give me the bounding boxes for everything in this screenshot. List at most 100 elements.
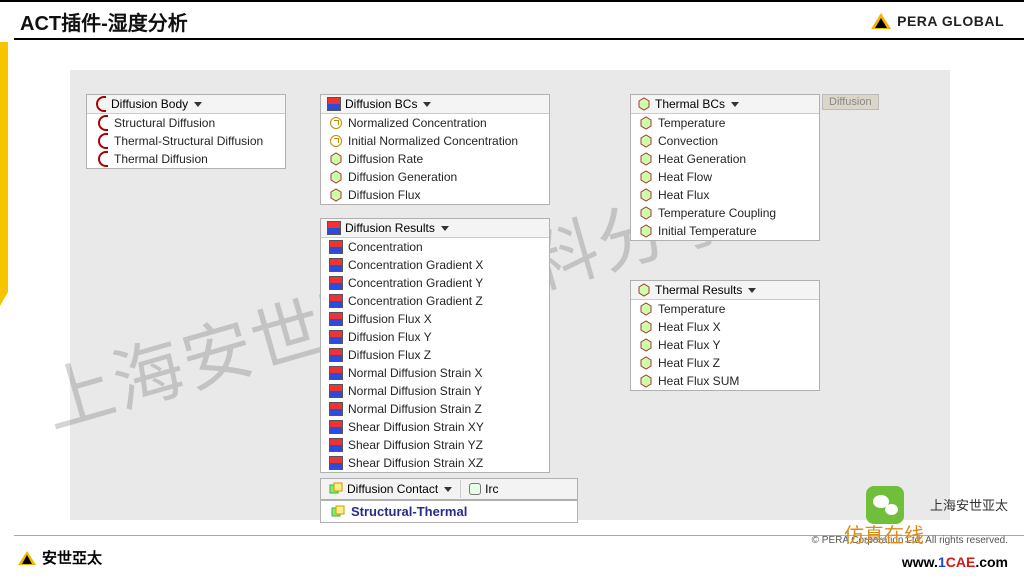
diffusion-tag: Diffusion [822,94,879,110]
menu-item[interactable]: Normal Diffusion Strain Y [321,382,549,400]
cube-icon [637,97,651,111]
panel-diffusion-body: Diffusion Body Structural Diffusion Ther… [86,94,286,169]
link-1cae[interactable]: www.1CAE.com [902,554,1008,570]
menu-item[interactable]: Shear Diffusion Strain XY [321,418,549,436]
menu-item[interactable]: Convection [631,132,819,150]
brand-triangle-icon [871,13,891,29]
menu-item[interactable]: Diffusion Flux Y [321,328,549,346]
cube-icon [639,170,653,184]
menu-item[interactable]: Structural Diffusion [87,114,285,132]
menu-item[interactable]: Diffusion Flux [321,186,549,204]
panel-title: Diffusion BCs [345,97,417,111]
panel-header-thermal-bcs[interactable]: Thermal BCs [631,95,819,114]
menu-item[interactable]: Concentration Gradient Z [321,292,549,310]
menu-item[interactable]: Heat Flux X [631,318,819,336]
panel-header-thermal-results[interactable]: Thermal Results [631,281,819,300]
panel-header-diffusion-body[interactable]: Diffusion Body [87,95,285,114]
contact-sub-item[interactable]: Structural-Thermal [320,500,578,523]
cube-icon [639,134,653,148]
menu-item[interactable]: Normal Diffusion Strain Z [321,400,549,418]
brand-cn: 安世亞太 [42,547,102,568]
menu-item[interactable]: Initial Temperature [631,222,819,240]
contact-extra[interactable]: Irc [461,480,506,498]
concentration-icon [329,116,343,130]
menu-item[interactable]: Concentration [321,238,549,256]
panel-title: Diffusion Body [111,97,188,111]
menu-item[interactable]: Temperature Coupling [631,204,819,222]
panel-title: Thermal Results [655,283,742,297]
cube-icon [329,170,343,184]
grid-icon [329,240,343,254]
side-accent-tip [0,292,8,306]
chevron-down-icon [731,102,739,107]
top-rule [0,0,1024,2]
page-title: ACT插件-湿度分析 [20,7,188,36]
menu-item[interactable]: Diffusion Rate [321,150,549,168]
menu-item[interactable]: Diffusion Flux Z [321,346,549,364]
cube-icon [639,224,653,238]
grid-icon [329,438,343,452]
title-bar: ACT插件-湿度分析 PERA GLOBAL [20,6,1004,36]
contact-title: Diffusion Contact [347,482,438,496]
menu-item[interactable]: Heat Flux SUM [631,372,819,390]
menu-item[interactable]: Thermal-Structural Diffusion [87,132,285,150]
menu-item[interactable]: Heat Flux Y [631,336,819,354]
grid-icon [329,402,343,416]
cube-icon [639,302,653,316]
panel-title: Diffusion Results [345,221,435,235]
cube-icon [639,152,653,166]
chevron-down-icon [748,288,756,293]
initial-icon [329,134,343,148]
panel-title: Thermal BCs [655,97,725,111]
tagline: 仿真在线 [844,519,924,548]
menu-item[interactable]: Normalized Concentration [321,114,549,132]
menu-item[interactable]: Normal Diffusion Strain X [321,364,549,382]
chevron-down-icon [423,102,431,107]
panel-diffusion-results: Diffusion Results ConcentrationConcentra… [320,218,550,473]
menu-item[interactable]: Heat Generation [631,150,819,168]
option-icon [469,483,481,495]
menu-item[interactable]: Initial Normalized Concentration [321,132,549,150]
menu-item[interactable]: Thermal Diffusion [87,150,285,168]
cube-icon [639,338,653,352]
cube-icon [639,320,653,334]
content-canvas: 上海安世亚太资料分享 Diffusion Body Structural Dif… [70,70,950,520]
menu-item[interactable]: Temperature [631,300,819,318]
cube-icon [639,188,653,202]
body-icon [93,97,107,111]
chevron-down-icon [194,102,202,107]
grid-icon [327,221,341,235]
body-icon [95,116,109,130]
footer-brand: 安世亞太 [18,547,102,568]
cube-icon [639,206,653,220]
body-icon [95,152,109,166]
side-accent [0,42,8,292]
grid-icon [329,258,343,272]
grid-icon [329,348,343,362]
chevron-down-icon [444,487,452,492]
menu-item[interactable]: Temperature [631,114,819,132]
menu-item[interactable]: Concentration Gradient X [321,256,549,274]
grid-icon [329,384,343,398]
menu-item[interactable]: Heat Flux Z [631,354,819,372]
menu-item[interactable]: Heat Flux [631,186,819,204]
grid-icon [329,276,343,290]
panel-header-diffusion-results[interactable]: Diffusion Results [321,219,549,238]
cube-icon [329,188,343,202]
cube-icon [637,283,651,297]
chevron-down-icon [441,226,449,231]
menu-item[interactable]: Heat Flow [631,168,819,186]
menu-item[interactable]: Diffusion Generation [321,168,549,186]
menu-item[interactable]: Shear Diffusion Strain YZ [321,436,549,454]
grid-icon [329,366,343,380]
cube-icon [639,374,653,388]
panel-header-diffusion-bcs[interactable]: Diffusion BCs [321,95,549,114]
menu-item[interactable]: Diffusion Flux X [321,310,549,328]
contact-icon [329,482,343,496]
grid-icon [329,330,343,344]
menu-item[interactable]: Shear Diffusion Strain XZ [321,454,549,472]
grid-icon [329,294,343,308]
contact-dropdown[interactable]: Diffusion Contact [321,480,461,498]
grid-icon [329,312,343,326]
menu-item[interactable]: Concentration Gradient Y [321,274,549,292]
